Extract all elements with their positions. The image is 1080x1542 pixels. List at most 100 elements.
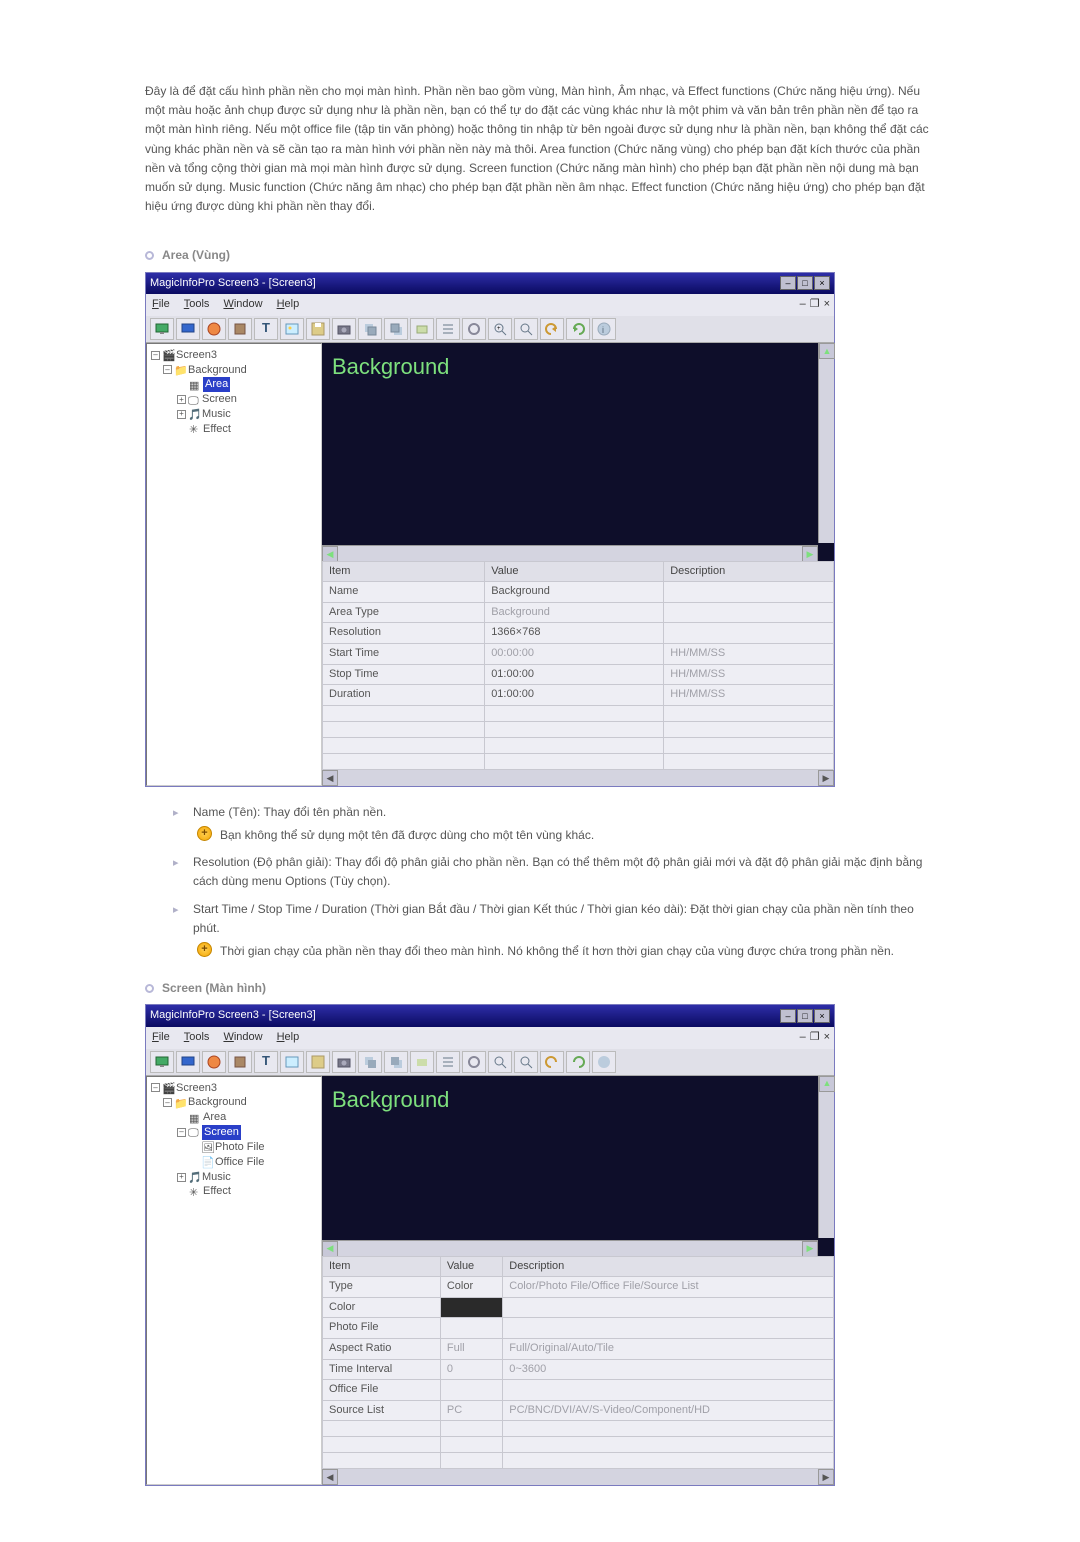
tool-list-icon[interactable] — [436, 1051, 460, 1073]
mdi-restore-icon[interactable]: ❐ — [810, 296, 820, 314]
app-window-area: MagicInfoPro Screen3 - [Screen3] – □ × F… — [145, 272, 835, 787]
tool-send-back-icon[interactable] — [358, 318, 382, 340]
tool-gear-icon[interactable] — [462, 1051, 486, 1073]
tree-node-screen[interactable]: –🖵Screen — [149, 1125, 319, 1140]
tool-gear-icon[interactable] — [462, 318, 486, 340]
tree-node-area[interactable]: ▦Area — [149, 377, 319, 392]
close-button[interactable]: × — [814, 1009, 830, 1023]
tree-node-officefile[interactable]: 📄Office File — [149, 1155, 319, 1170]
minimize-button[interactable]: – — [780, 1009, 796, 1023]
tool-undo-icon[interactable] — [540, 1051, 564, 1073]
props-scrollbar[interactable]: ◀▶ — [322, 770, 834, 786]
tool-monitor-icon[interactable] — [150, 318, 174, 340]
table-row[interactable]: TypeColorColor/Photo File/Office File/So… — [323, 1277, 834, 1298]
notes-area: ▸ Name (Tên): Thay đổi tên phần nền. + B… — [173, 803, 935, 961]
minimize-button[interactable]: – — [780, 276, 796, 290]
tree-node-music[interactable]: +🎵Music — [149, 407, 319, 422]
tool-zoom-out-icon[interactable] — [514, 318, 538, 340]
tree-node-screen3[interactable]: –🎬Screen3 — [149, 348, 319, 363]
screen-icon: 🖵 — [188, 1126, 200, 1138]
tree-node-background[interactable]: –📁Background — [149, 363, 319, 378]
table-row[interactable]: Photo File — [323, 1318, 834, 1339]
menu-tools[interactable]: Tools — [184, 1029, 210, 1047]
tool-image-icon[interactable] — [280, 318, 304, 340]
mdi-close-icon[interactable]: × — [824, 296, 830, 314]
table-row[interactable]: Area TypeBackground — [323, 602, 834, 623]
tree-node-effect[interactable]: ✳Effect — [149, 1184, 319, 1199]
scrollbar-v[interactable]: ▲ — [818, 1076, 834, 1238]
tool-zoom-out-icon[interactable] — [514, 1051, 538, 1073]
tool-camera-icon[interactable] — [332, 1051, 356, 1073]
table-row[interactable]: Aspect RatioFullFull/Original/Auto/Tile — [323, 1338, 834, 1359]
note-resolution: ▸ Resolution (Độ phân giải): Thay đổi độ… — [173, 853, 935, 891]
table-row[interactable]: Source ListPCPC/BNC/DVI/AV/S-Video/Compo… — [323, 1400, 834, 1421]
menu-help[interactable]: Help — [277, 296, 300, 314]
arrow-icon: ▸ — [173, 855, 183, 891]
tool-redo-icon[interactable] — [566, 318, 590, 340]
tool-list-icon[interactable] — [436, 318, 460, 340]
table-row[interactable]: Stop Time01:00:00HH/MM/SS — [323, 664, 834, 685]
tree-node-photofile[interactable]: 🖼Photo File — [149, 1140, 319, 1155]
mdi-restore-icon[interactable]: ❐ — [810, 1029, 820, 1047]
window-title: MagicInfoPro Screen3 - [Screen3] — [150, 1007, 316, 1025]
table-row[interactable]: Resolution1366×768 — [323, 623, 834, 644]
tool-bring-front-icon[interactable] — [384, 1051, 408, 1073]
tree-node-effect[interactable]: ✳Effect — [149, 422, 319, 437]
tool-camera-icon[interactable] — [332, 318, 356, 340]
tree-node-music[interactable]: +🎵Music — [149, 1170, 319, 1185]
scrollbar-h[interactable]: ◀▶ — [322, 1240, 818, 1256]
menu-window[interactable]: Window — [223, 1029, 262, 1047]
tool-layer-icon[interactable] — [410, 318, 434, 340]
tool-info-icon[interactable]: i — [592, 318, 616, 340]
menu-file[interactable]: File — [152, 1029, 170, 1047]
menu-help[interactable]: Help — [277, 1029, 300, 1047]
tool-globe-icon[interactable] — [202, 1051, 226, 1073]
tool-zoom-in-icon[interactable]: + — [488, 318, 512, 340]
intro-paragraph: Đây là để đặt cấu hình phần nền cho mọi … — [145, 82, 935, 216]
tree-node-screen[interactable]: +🖵Screen — [149, 392, 319, 407]
tool-screen2-icon[interactable] — [176, 318, 200, 340]
tool-save-icon[interactable] — [306, 318, 330, 340]
scrollbar-v[interactable]: ▲ — [818, 343, 834, 543]
mdi-min-icon[interactable]: – — [800, 1029, 806, 1047]
mdi-close-icon[interactable]: × — [824, 1029, 830, 1047]
table-row[interactable]: Start Time00:00:00HH/MM/SS — [323, 644, 834, 665]
tool-send-back-icon[interactable] — [358, 1051, 382, 1073]
tool-info-icon[interactable] — [592, 1051, 616, 1073]
bullet-icon — [145, 984, 154, 993]
plus-badge-icon: + — [197, 826, 212, 841]
table-row[interactable]: Duration01:00:00HH/MM/SS — [323, 685, 834, 706]
table-row[interactable]: NameBackground — [323, 582, 834, 603]
tool-layer-icon[interactable] — [410, 1051, 434, 1073]
tool-puzzle-icon[interactable] — [228, 318, 252, 340]
maximize-button[interactable]: □ — [797, 1009, 813, 1023]
maximize-button[interactable]: □ — [797, 276, 813, 290]
tool-image-icon[interactable] — [280, 1051, 304, 1073]
table-row[interactable]: Time Interval00~3600 — [323, 1359, 834, 1380]
menu-window[interactable]: Window — [223, 296, 262, 314]
tree-node-screen3[interactable]: –🎬Screen3 — [149, 1081, 319, 1096]
scrollbar-h[interactable]: ◀▶ — [322, 545, 818, 561]
tool-globe-icon[interactable] — [202, 318, 226, 340]
tool-text-icon[interactable]: T — [254, 318, 278, 340]
tool-monitor-icon[interactable] — [150, 1051, 174, 1073]
tool-screen2-icon[interactable] — [176, 1051, 200, 1073]
tool-redo-icon[interactable] — [566, 1051, 590, 1073]
tool-zoom-in-icon[interactable] — [488, 1051, 512, 1073]
table-row[interactable]: Office File — [323, 1380, 834, 1401]
props-scrollbar[interactable]: ◀▶ — [322, 1469, 834, 1485]
tree-node-background[interactable]: –📁Background — [149, 1095, 319, 1110]
menu-tools[interactable]: Tools — [184, 296, 210, 314]
close-button[interactable]: × — [814, 276, 830, 290]
tool-save-icon[interactable] — [306, 1051, 330, 1073]
menu-file[interactable]: FFileile — [152, 296, 170, 314]
tool-undo-icon[interactable] — [540, 318, 564, 340]
tool-bring-front-icon[interactable] — [384, 318, 408, 340]
tool-text-icon[interactable]: T — [254, 1051, 278, 1073]
section-title: Screen (Màn hình) — [162, 979, 266, 998]
tool-puzzle-icon[interactable] — [228, 1051, 252, 1073]
folder-icon: 📁 — [174, 1097, 186, 1109]
table-row[interactable]: Color — [323, 1297, 834, 1318]
tree-node-area[interactable]: ▦Area — [149, 1110, 319, 1125]
mdi-min-icon[interactable]: – — [800, 296, 806, 314]
